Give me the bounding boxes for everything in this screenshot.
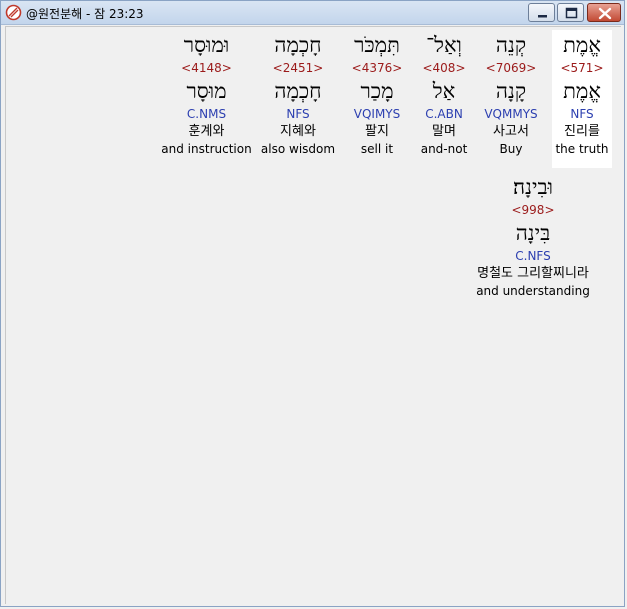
korean-gloss: 진리를 — [564, 124, 600, 139]
parsing-code: NFS — [286, 107, 310, 121]
hebrew-surface: חָכְמָה — [274, 33, 322, 57]
english-gloss: the truth — [555, 142, 609, 156]
hebrew-surface: תִּמְכֹּר — [354, 33, 400, 57]
hebrew-surface: וּבִינָה׃ — [513, 175, 553, 199]
app-window: @원전분해 - 잠 23:23 אֱמֶת <571> אֱמֶת NFS 진리… — [0, 0, 625, 607]
korean-gloss: 훈계와 — [188, 124, 225, 139]
hebrew-lemma: מוּסָר — [186, 79, 227, 103]
english-gloss: also wisdom — [260, 142, 336, 156]
parsing-code: VQIMYS — [353, 107, 401, 121]
hebrew-lemma: מָכַר — [360, 79, 394, 103]
strong-number: <998> — [511, 203, 555, 217]
hebrew-lemma: קָנָה — [495, 79, 527, 103]
interlinear-panel: אֱמֶת <571> אֱמֶת NFS 진리를 the truth קְנֵ… — [5, 26, 621, 604]
close-button[interactable] — [587, 3, 621, 22]
title-bar[interactable]: @원전분해 - 잠 23:23 — [1, 1, 624, 25]
hebrew-lemma: אֱמֶת — [563, 79, 601, 103]
hebrew-lemma: בִּינָה — [515, 221, 551, 245]
english-gloss: Buy — [499, 142, 523, 156]
strong-number: <571> — [560, 61, 604, 75]
hebrew-surface: וְאַל־ — [426, 33, 462, 57]
hebrew-surface: קְנֵה — [495, 33, 527, 57]
close-icon — [598, 7, 612, 20]
parsing-code: NFS — [570, 107, 594, 121]
korean-gloss: 사고서 — [493, 124, 529, 139]
word-column[interactable]: תִּמְכֹּר <4376> מָכַר VQIMYS 팔지 sell it — [342, 30, 412, 168]
window-title: @원전분해 - 잠 23:23 — [26, 7, 144, 21]
strong-number: <7069> — [485, 61, 537, 75]
english-gloss: and-not — [420, 142, 468, 156]
korean-gloss: 말며 — [432, 124, 456, 139]
parsing-code: C.NFS — [515, 249, 551, 263]
strong-number: <408> — [422, 61, 466, 75]
korean-gloss: 명철도 그리할찌니라 — [477, 266, 589, 281]
english-gloss: and instruction — [161, 142, 252, 156]
word-column[interactable]: וּמוּסָר <4148> מוּסָר C.NMS 훈계와 and ins… — [159, 30, 254, 168]
strong-number: <4376> — [351, 61, 403, 75]
english-gloss: sell it — [360, 142, 394, 156]
strong-number: <4148> — [181, 61, 232, 75]
korean-gloss: 지혜와 — [280, 124, 316, 139]
word-column[interactable]: אֱמֶת <571> אֱמֶת NFS 진리를 the truth — [552, 30, 612, 168]
hebrew-lemma: חָכְמָה — [274, 79, 322, 103]
parsing-code: VQMMYS — [484, 107, 538, 121]
parsing-code: C.NMS — [186, 107, 227, 121]
word-column[interactable]: קְנֵה <7069> קָנָה VQMMYS 사고서 Buy — [476, 30, 546, 168]
maximize-button[interactable] — [557, 3, 584, 22]
word-column[interactable]: וּבִינָה׃ <998> בִּינָה C.NFS 명철도 그리할찌니라… — [456, 172, 610, 310]
english-gloss: and understanding — [476, 284, 590, 298]
word-column[interactable]: חָכְמָה <2451> חָכְמָה NFS 지혜와 also wisd… — [256, 30, 340, 168]
hebrew-surface: אֱמֶת — [563, 33, 601, 57]
word-column[interactable]: וְאַל־ <408> אַל C.ABN 말며 and-not — [413, 30, 475, 168]
minimize-button[interactable] — [528, 3, 555, 22]
hebrew-lemma: אַל — [432, 79, 456, 103]
maximize-icon — [565, 7, 578, 19]
korean-gloss: 팔지 — [365, 124, 389, 139]
strong-number: <2451> — [272, 61, 324, 75]
minimize-icon — [538, 15, 547, 18]
app-icon — [5, 4, 22, 21]
parsing-code: C.ABN — [425, 107, 463, 121]
hebrew-surface: וּמוּסָר — [183, 33, 230, 57]
